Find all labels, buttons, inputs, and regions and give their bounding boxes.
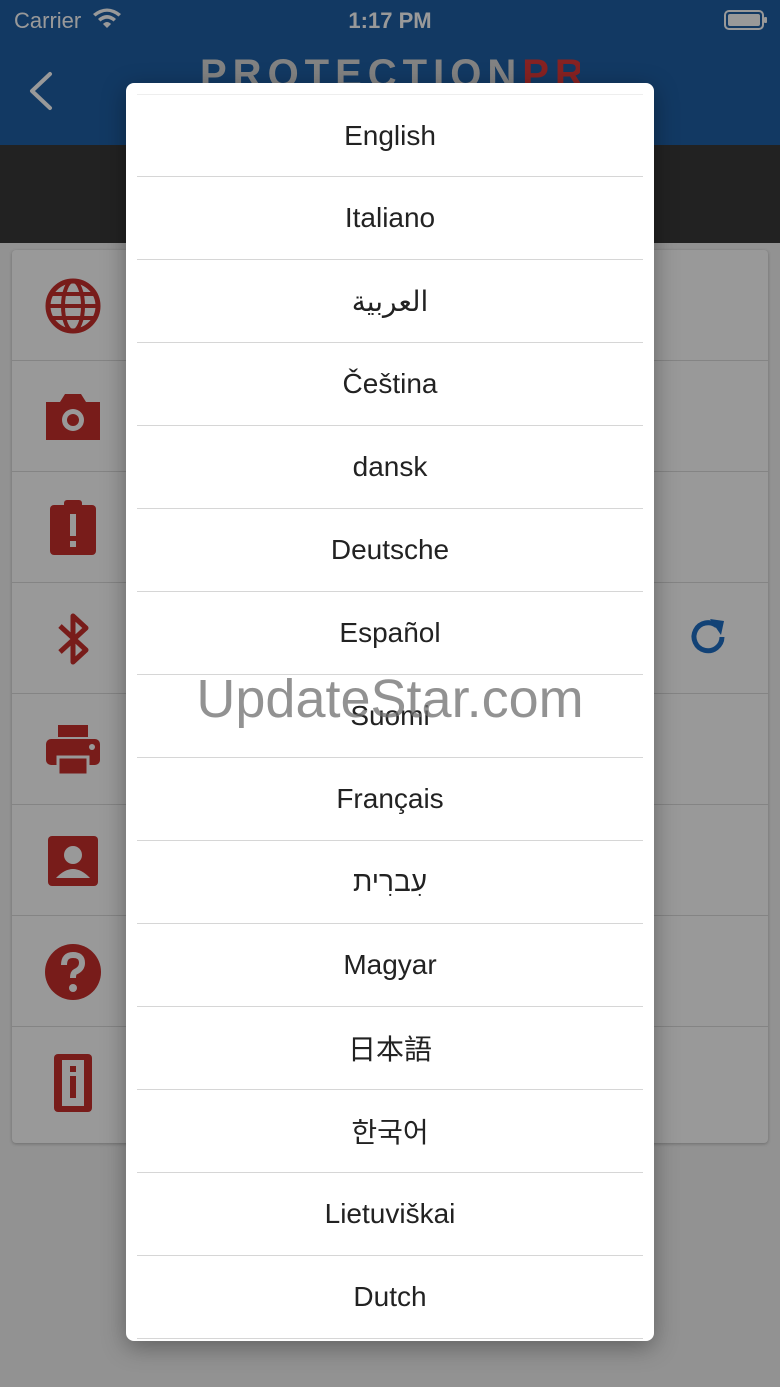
language-option[interactable]: Deutsche [137, 509, 643, 592]
language-list: English Italiano العربية Čeština dansk Deutsc… [137, 94, 643, 1339]
language-option[interactable]: Čeština [137, 343, 643, 426]
language-option[interactable]: עִברִית [137, 841, 643, 924]
language-option[interactable]: dansk [137, 426, 643, 509]
language-option[interactable]: Français [137, 758, 643, 841]
language-option[interactable]: Dutch [137, 1256, 643, 1339]
language-option[interactable]: Lietuviškai [137, 1173, 643, 1256]
language-option[interactable]: Suomi [137, 675, 643, 758]
language-option[interactable]: English [137, 94, 643, 177]
language-option[interactable]: 한국어 [137, 1090, 643, 1173]
language-option[interactable]: العربية [137, 260, 643, 343]
language-option[interactable]: 日本語 [137, 1007, 643, 1090]
language-picker-dialog: English Italiano العربية Čeština dansk Deutsc… [126, 83, 654, 1341]
language-option[interactable]: Magyar [137, 924, 643, 1007]
language-option[interactable]: Español [137, 592, 643, 675]
language-option[interactable]: Italiano [137, 177, 643, 260]
